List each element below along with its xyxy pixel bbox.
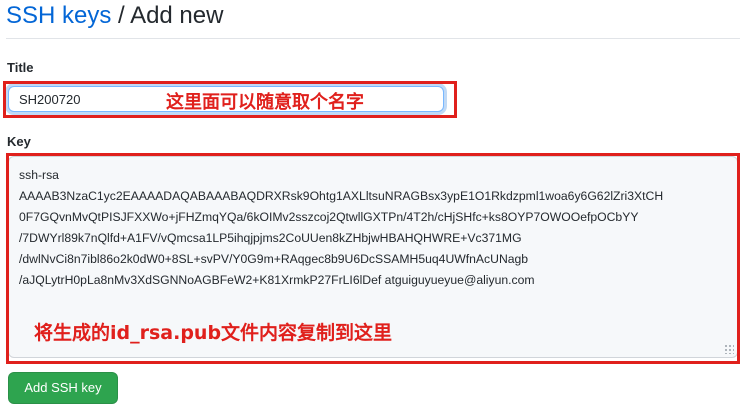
key-line: ssh-rsa: [19, 168, 59, 182]
breadcrumb-separator: /: [118, 2, 125, 29]
add-ssh-key-page: SSH keys / Add new Title 这里面可以随意取个名字 Key…: [0, 0, 744, 405]
key-line: AAAAB3NzaC1yc2EAAAADAQABAAABAQDRXRsk9Oht…: [19, 189, 664, 203]
title-label: Title: [7, 60, 34, 75]
key-line: /dwlNvCi8n7ibl86o2k0dW0+8SL+svPV/Y0G9m+R…: [19, 252, 529, 266]
key-label: Key: [7, 134, 31, 149]
key-line: 0F7GQvnMvQtPISJFXXWo+jFHZmqYQa/6kOIMv2ss…: [19, 210, 639, 224]
key-line: /aJQLytrH0pLa8nMv3XdSGNNoAGBFeW2+K81Xrmk…: [19, 273, 535, 287]
key-textarea[interactable]: ssh-rsa AAAAB3NzaC1yc2EAAAADAQABAAABAQDR…: [8, 156, 738, 358]
resize-handle-icon[interactable]: [724, 344, 734, 354]
title-input[interactable]: [8, 86, 444, 112]
add-ssh-key-button[interactable]: Add SSH key: [8, 372, 118, 404]
key-line: /7DWYrl89k7nQlfd+A1FV/vQmcsa1LP5ihqjpjms…: [19, 231, 522, 245]
breadcrumb: SSH keys / Add new: [6, 2, 223, 30]
page-title: Add new: [130, 2, 224, 29]
ssh-keys-link[interactable]: SSH keys: [6, 2, 111, 29]
page-header: SSH keys / Add new: [6, 0, 740, 39]
